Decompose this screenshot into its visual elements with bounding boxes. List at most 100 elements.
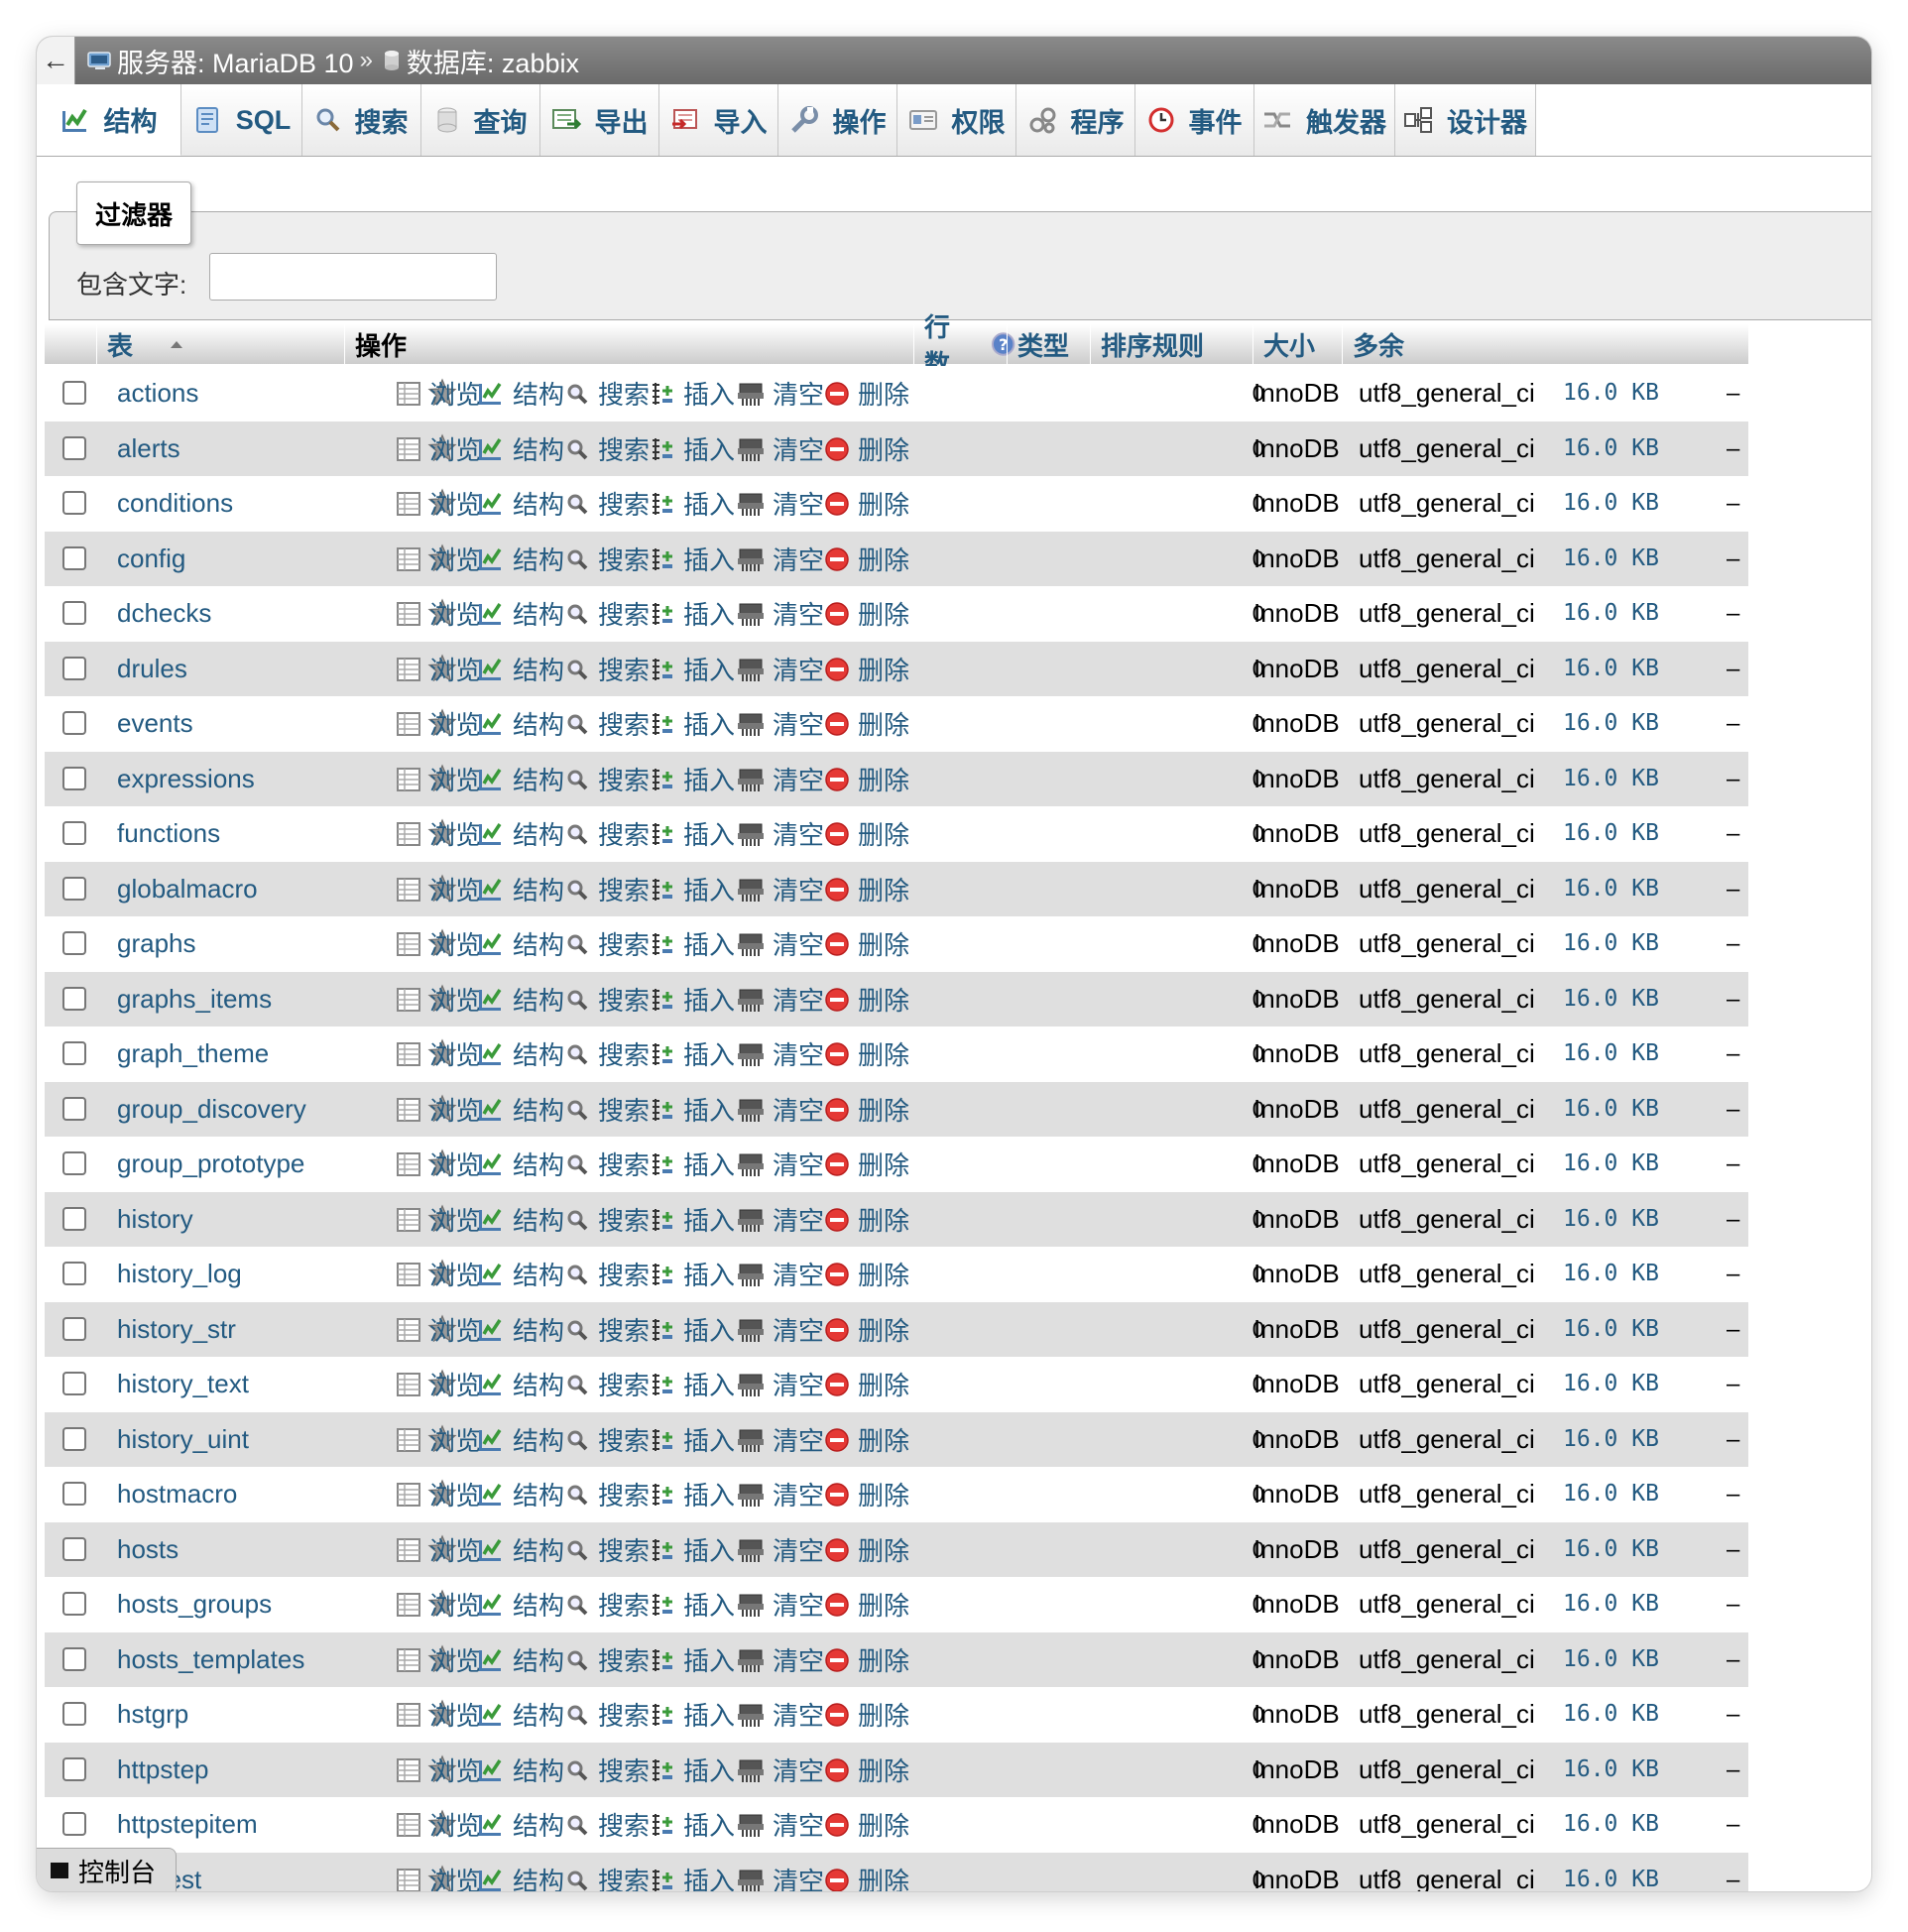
table-name-link[interactable]: hosts_templates bbox=[117, 1632, 304, 1687]
table-name-link[interactable]: hosts_groups bbox=[117, 1577, 272, 1631]
tab-import[interactable]: 导入 bbox=[659, 84, 778, 156]
drop-action[interactable]: 删除 bbox=[824, 1357, 909, 1411]
empty-action[interactable]: 清空 bbox=[737, 1467, 824, 1521]
search-action[interactable]: 搜索 bbox=[564, 586, 650, 641]
drop-action[interactable]: 删除 bbox=[824, 696, 909, 751]
table-size[interactable]: 16.0 KB bbox=[1563, 1026, 1659, 1081]
browse-action[interactable]: 浏览 bbox=[396, 1082, 481, 1137]
table-name-link[interactable]: events bbox=[117, 696, 193, 751]
insert-action[interactable]: 插入 bbox=[650, 1797, 735, 1852]
tab-structure[interactable]: 结构 bbox=[37, 84, 181, 156]
drop-action[interactable]: 删除 bbox=[824, 586, 909, 641]
table-size[interactable]: 16.0 KB bbox=[1563, 752, 1659, 806]
empty-action[interactable]: 清空 bbox=[737, 1302, 824, 1357]
structure-action[interactable]: 结构 bbox=[477, 422, 564, 476]
drop-action[interactable]: 删除 bbox=[824, 476, 909, 531]
empty-action[interactable]: 清空 bbox=[737, 422, 824, 476]
table-name-link[interactable]: history_str bbox=[117, 1302, 236, 1357]
browse-action[interactable]: 浏览 bbox=[396, 1522, 481, 1577]
drop-action[interactable]: 删除 bbox=[824, 1192, 909, 1247]
drop-action[interactable]: 删除 bbox=[824, 366, 909, 421]
insert-action[interactable]: 插入 bbox=[650, 806, 735, 861]
structure-action[interactable]: 结构 bbox=[477, 1026, 564, 1081]
browse-action[interactable]: 浏览 bbox=[396, 1797, 481, 1852]
row-checkbox[interactable] bbox=[62, 1097, 86, 1121]
table-size[interactable]: 16.0 KB bbox=[1563, 1797, 1659, 1852]
insert-action[interactable]: 插入 bbox=[650, 422, 735, 476]
search-action[interactable]: 搜索 bbox=[564, 1302, 650, 1357]
search-action[interactable]: 搜索 bbox=[564, 1743, 650, 1797]
drop-action[interactable]: 删除 bbox=[824, 1853, 909, 1891]
tab-export[interactable]: 导出 bbox=[540, 84, 659, 156]
insert-action[interactable]: 插入 bbox=[650, 1522, 735, 1577]
tab-routines[interactable]: 程序 bbox=[1016, 84, 1135, 156]
row-checkbox[interactable] bbox=[62, 1372, 86, 1395]
browse-action[interactable]: 浏览 bbox=[396, 1302, 481, 1357]
empty-action[interactable]: 清空 bbox=[737, 806, 824, 861]
drop-action[interactable]: 删除 bbox=[824, 1082, 909, 1137]
empty-action[interactable]: 清空 bbox=[737, 1412, 824, 1467]
search-action[interactable]: 搜索 bbox=[564, 532, 650, 586]
row-checkbox[interactable] bbox=[62, 1702, 86, 1726]
empty-action[interactable]: 清空 bbox=[737, 1357, 824, 1411]
empty-action[interactable]: 清空 bbox=[737, 1743, 824, 1797]
drop-action[interactable]: 删除 bbox=[824, 1026, 909, 1081]
insert-action[interactable]: 插入 bbox=[650, 1247, 735, 1301]
drop-action[interactable]: 删除 bbox=[824, 862, 909, 916]
table-name-link[interactable]: alerts bbox=[117, 422, 180, 476]
row-checkbox[interactable] bbox=[62, 1041, 86, 1065]
empty-action[interactable]: 清空 bbox=[737, 752, 824, 806]
structure-action[interactable]: 结构 bbox=[477, 1192, 564, 1247]
browse-action[interactable]: 浏览 bbox=[396, 806, 481, 861]
search-action[interactable]: 搜索 bbox=[564, 1137, 650, 1191]
drop-action[interactable]: 删除 bbox=[824, 972, 909, 1026]
row-checkbox[interactable] bbox=[62, 1151, 86, 1175]
search-action[interactable]: 搜索 bbox=[564, 1632, 650, 1687]
row-checkbox[interactable] bbox=[62, 931, 86, 955]
insert-action[interactable]: 插入 bbox=[650, 1137, 735, 1191]
table-name-link[interactable]: actions bbox=[117, 366, 198, 421]
row-checkbox[interactable] bbox=[62, 491, 86, 515]
drop-action[interactable]: 删除 bbox=[824, 1687, 909, 1742]
insert-action[interactable]: 插入 bbox=[650, 1743, 735, 1797]
search-action[interactable]: 搜索 bbox=[564, 476, 650, 531]
structure-action[interactable]: 结构 bbox=[477, 1743, 564, 1797]
console-toggle[interactable]: 控制台 bbox=[37, 1848, 177, 1891]
empty-action[interactable]: 清空 bbox=[737, 862, 824, 916]
empty-action[interactable]: 清空 bbox=[737, 642, 824, 696]
search-action[interactable]: 搜索 bbox=[564, 972, 650, 1026]
drop-action[interactable]: 删除 bbox=[824, 752, 909, 806]
structure-action[interactable]: 结构 bbox=[477, 1797, 564, 1852]
insert-action[interactable]: 插入 bbox=[650, 1082, 735, 1137]
browse-action[interactable]: 浏览 bbox=[396, 642, 481, 696]
search-action[interactable]: 搜索 bbox=[564, 1026, 650, 1081]
insert-action[interactable]: 插入 bbox=[650, 1853, 735, 1891]
search-action[interactable]: 搜索 bbox=[564, 422, 650, 476]
insert-action[interactable]: 插入 bbox=[650, 1687, 735, 1742]
browse-action[interactable]: 浏览 bbox=[396, 972, 481, 1026]
search-action[interactable]: 搜索 bbox=[564, 1412, 650, 1467]
table-name-link[interactable]: graphs bbox=[117, 916, 196, 971]
row-checkbox[interactable] bbox=[62, 1812, 86, 1836]
insert-action[interactable]: 插入 bbox=[650, 696, 735, 751]
table-name-link[interactable]: group_discovery bbox=[117, 1082, 306, 1137]
row-checkbox[interactable] bbox=[62, 1757, 86, 1781]
structure-action[interactable]: 结构 bbox=[477, 586, 564, 641]
table-size[interactable]: 16.0 KB bbox=[1563, 476, 1659, 531]
search-action[interactable]: 搜索 bbox=[564, 1082, 650, 1137]
row-checkbox[interactable] bbox=[62, 821, 86, 845]
table-name-link[interactable]: expressions bbox=[117, 752, 255, 806]
table-size[interactable]: 16.0 KB bbox=[1563, 1192, 1659, 1247]
empty-action[interactable]: 清空 bbox=[737, 532, 824, 586]
drop-action[interactable]: 删除 bbox=[824, 806, 909, 861]
browse-action[interactable]: 浏览 bbox=[396, 1743, 481, 1797]
browse-action[interactable]: 浏览 bbox=[396, 916, 481, 971]
browse-action[interactable]: 浏览 bbox=[396, 1632, 481, 1687]
table-size[interactable]: 16.0 KB bbox=[1563, 1412, 1659, 1467]
browse-action[interactable]: 浏览 bbox=[396, 862, 481, 916]
browse-action[interactable]: 浏览 bbox=[396, 1687, 481, 1742]
structure-action[interactable]: 结构 bbox=[477, 1577, 564, 1631]
tab-search[interactable]: 搜索 bbox=[302, 84, 421, 156]
browse-action[interactable]: 浏览 bbox=[396, 1192, 481, 1247]
table-size[interactable]: 16.0 KB bbox=[1563, 1522, 1659, 1577]
